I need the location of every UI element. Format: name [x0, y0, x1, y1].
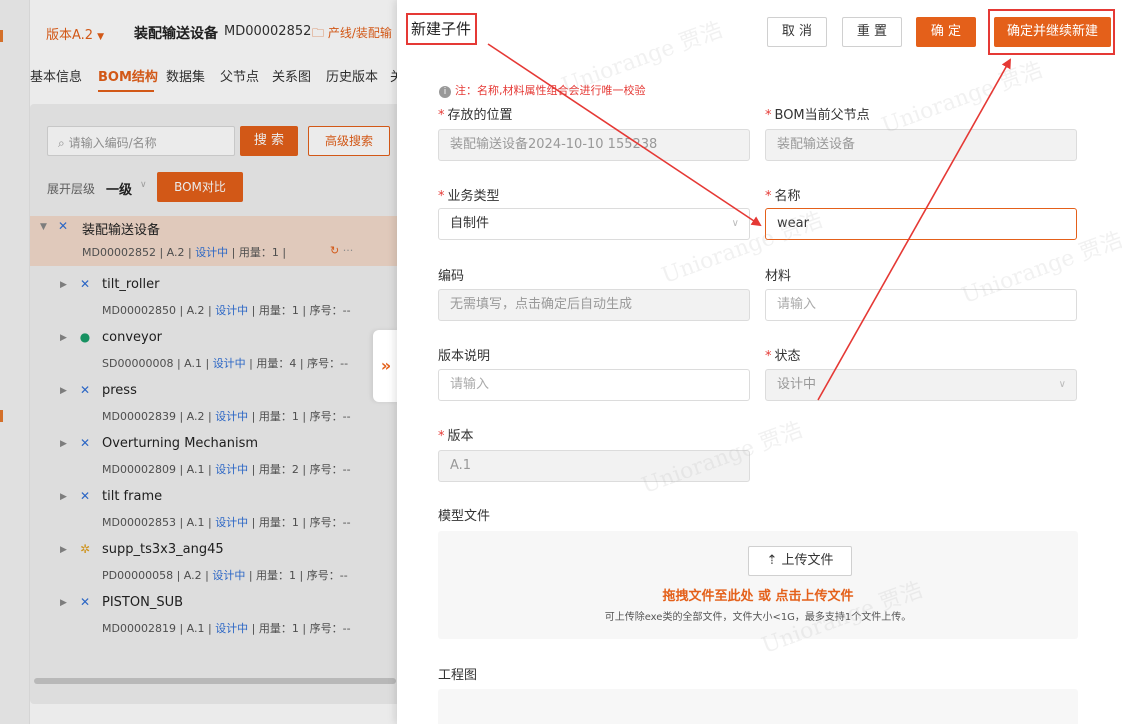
upload-hint: 拖拽文件至此处 或 点击上传文件: [662, 589, 854, 604]
double-chevron-right-icon: »: [380, 356, 392, 375]
uniqueness-note: i 注：名称,材料属性组合会进行唯一校验: [439, 82, 646, 98]
version-field: A.1: [438, 450, 750, 482]
parent-label: * BOM当前父节点: [765, 108, 870, 123]
name-input[interactable]: wear: [765, 208, 1077, 240]
drawer-collapse-button[interactable]: »: [373, 330, 399, 402]
code-field: 无需填写，点击确定后自动生成: [438, 289, 750, 321]
location-field: 装配输送设备2024-10-10 155238: [438, 129, 750, 161]
upload-icon: ⇡: [766, 553, 778, 568]
material-label: 材料: [765, 269, 792, 284]
state-select: 设计中 ∨: [765, 369, 1077, 401]
upload-file-button[interactable]: ⇡ 上传文件: [748, 546, 852, 576]
annotation-box: [406, 13, 477, 45]
drawing-dropzone[interactable]: [438, 689, 1078, 724]
state-label: * 状态: [765, 349, 801, 364]
info-icon: i: [439, 86, 451, 98]
upload-limits: 可上传除exe类的全部文件，文件大小<1G，最多支持1个文件上传。: [604, 612, 912, 623]
biz-type-select[interactable]: 自制件 ∨: [438, 208, 750, 240]
material-input[interactable]: 请输入: [765, 289, 1077, 321]
reset-button[interactable]: 重 置: [842, 17, 902, 47]
confirm-button[interactable]: 确 定: [916, 17, 976, 47]
model-file-label: 模型文件: [438, 509, 491, 524]
name-label: * 名称: [765, 189, 801, 204]
chevron-down-icon: ∨: [731, 218, 739, 229]
version-label: * 版本: [438, 429, 474, 444]
version-desc-label: 版本说明: [438, 349, 491, 364]
parent-field: 装配输送设备: [765, 129, 1077, 161]
create-child-drawer: 新建子件 取 消 重 置 确 定 确定并继续新建 i 注：名称,材料属性组合会进行…: [397, 0, 1122, 724]
code-label: 编码: [438, 269, 465, 284]
chevron-down-icon: ∨: [1058, 379, 1066, 390]
cancel-button[interactable]: 取 消: [767, 17, 827, 47]
annotation-box: [988, 9, 1115, 55]
model-file-dropzone[interactable]: ⇡ 上传文件 拖拽文件至此处 或 点击上传文件 可上传除exe类的全部文件，文件…: [438, 531, 1078, 639]
biz-type-label: * 业务类型: [438, 189, 500, 204]
drawing-label: 工程图: [438, 668, 478, 683]
location-label: * 存放的位置: [438, 108, 513, 123]
version-desc-input[interactable]: 请输入: [438, 369, 750, 401]
watermark: Uniorange 贾浩: [878, 57, 1046, 139]
